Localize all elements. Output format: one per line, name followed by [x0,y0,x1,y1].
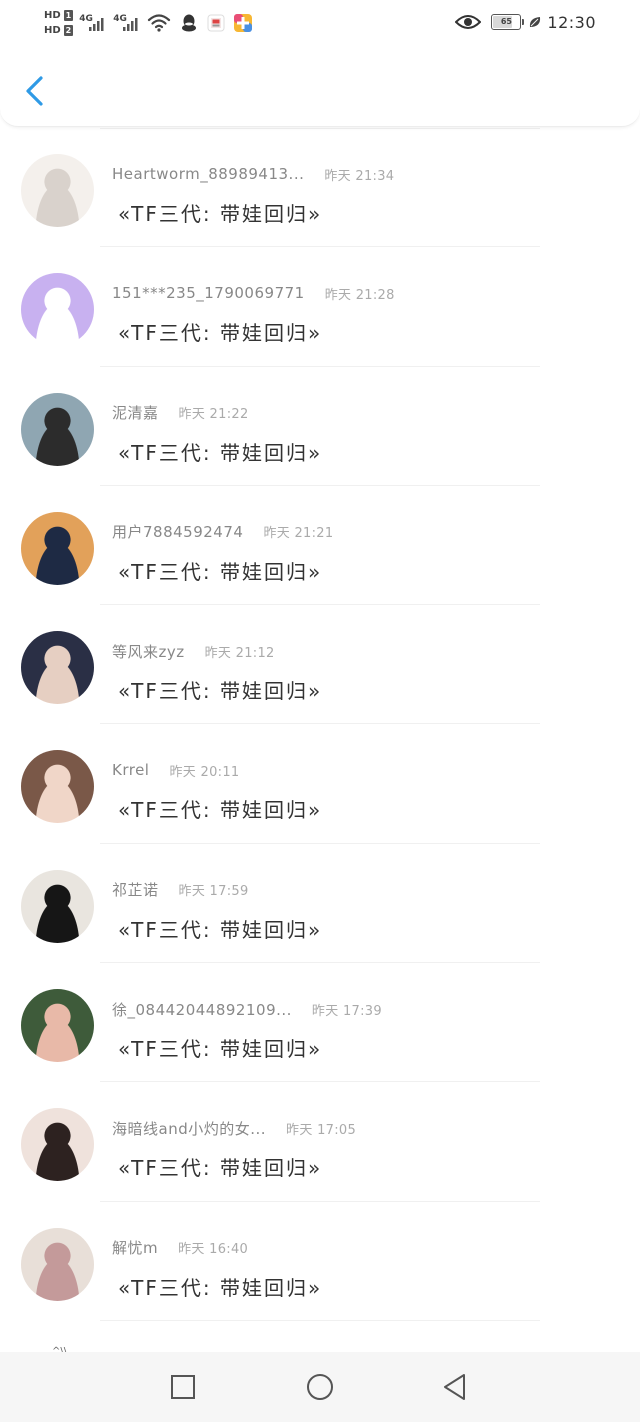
eye-icon [455,15,482,29]
navigation-bar [0,1352,640,1422]
message-row[interactable]: 151***235_1790069771 昨天 21:28 «TF三代: 带娃回归» [0,247,640,367]
avatar[interactable] [21,869,94,943]
message-meta: 徐_08442044892109... 昨天 17:39 [112,999,382,1019]
avatar[interactable] [21,989,94,1063]
message-meta: Krrel 昨天 20:11 [112,760,239,780]
message-text: «TF三代: 带娃回归» [118,1275,323,1300]
back-button[interactable] [20,74,52,108]
message-meta: Heartworm_88989413... 昨天 21:34 [112,164,394,184]
signal-bars-icon [123,18,138,31]
message-time: 昨天 21:21 [263,526,334,542]
sim1-indicator: HD 1 [44,9,74,22]
message-row[interactable]: 祁芷诺 昨天 17:59 «TF三代: 带娃回归» [0,844,640,964]
message-row[interactable]: 泥清嘉 昨天 21:22 «TF三代: 带娃回归» [0,367,640,486]
avatar[interactable] [21,273,94,347]
battery-level-text: 65 [500,17,512,26]
signal-2: 4G [113,10,141,36]
sim2-indicator: HD 2 [44,24,74,37]
message-time: 昨天 21:34 [324,168,395,184]
nav-back-button[interactable] [440,1372,470,1402]
message-text: «TF三代: 带娃回归» [118,798,323,823]
message-list: Heartworm_88989413... 昨天 21:34 «TF三代: 带娃回归… [0,128,640,1321]
avatar[interactable] [21,631,94,705]
avatar[interactable] [21,750,94,824]
avatar[interactable] [21,154,94,227]
circle-icon [307,1374,333,1400]
message-meta: 等风来zyz 昨天 21:12 [112,641,275,661]
status-bar-left: HD 1 HD 2 4G 4G [44,4,261,42]
message-meta: 海暗线and小灼的女... 昨天 17:05 [112,1118,356,1138]
avatar[interactable] [21,1227,94,1301]
message-row[interactable]: 徐_08442044892109... 昨天 17:39 «TF三代: 带娃回归» [0,963,640,1083]
sender-name[interactable]: 徐_08442044892109... [112,999,292,1020]
sim2-hd-label: HD [44,25,61,36]
home-button[interactable] [305,1372,335,1402]
recents-button[interactable] [168,1372,198,1402]
sim2-slot: 2 [63,25,74,36]
avatar[interactable] [21,392,94,466]
wifi-icon [147,13,171,33]
sim1-slot: 1 [63,10,74,21]
message-time: 昨天 21:28 [324,287,395,303]
message-row[interactable]: 解忧m 昨天 16:40 «TF三代: 带娃回归» [0,1202,640,1321]
message-text: «TF三代: 带娃回归» [118,917,323,942]
sender-name[interactable]: Krrel [112,761,149,779]
status-bar: HD 1 HD 2 4G 4G 65 12:30 [0,0,640,44]
colorful-app-icon [233,13,253,33]
signal-bars-icon [89,18,104,31]
sender-name[interactable]: 海暗线and小灼的女... [112,1118,266,1139]
message-time: 昨天 21:22 [178,407,249,423]
message-text: «TF三代: 带娃回归» [118,559,323,584]
sender-name[interactable]: 151***235_1790069771 [112,284,305,302]
clock: 12:30 [547,12,596,32]
sim-indicators: HD 1 HD 2 [44,9,74,37]
sender-name[interactable]: Heartworm_88989413... [112,165,304,183]
message-text: «TF三代: 带娃回归» [118,679,323,704]
sender-name[interactable]: 泥清嘉 [112,402,159,423]
top-area: HD 1 HD 2 4G 4G 65 12:30 [0,0,640,127]
message-time: 昨天 17:39 [311,1003,382,1019]
battery-icon: 65 [491,14,525,30]
avatar[interactable] [21,511,94,585]
message-row[interactable]: 海暗线and小灼的女... 昨天 17:05 «TF三代: 带娃回归» [0,1082,640,1202]
message-time: 昨天 21:12 [204,645,275,661]
sim1-hd-label: HD [44,10,61,21]
message-row[interactable]: Krrel 昨天 20:11 «TF三代: 带娃回归» [0,724,640,844]
status-bar-right: 65 12:30 [455,10,596,34]
message-time: 昨天 20:11 [169,764,240,780]
chevron-left-icon [26,76,43,106]
message-time: 昨天 17:59 [178,884,249,900]
message-time: 昨天 17:05 [286,1122,357,1138]
leaf-icon [530,17,541,27]
message-time: 昨天 16:40 [178,1242,249,1258]
notification-app-icon [207,14,225,32]
message-meta: 151***235_1790069771 昨天 21:28 [112,283,395,303]
message-meta: 泥清嘉 昨天 21:22 [112,403,249,423]
message-text: «TF三代: 带娃回归» [118,321,323,346]
message-row[interactable]: Heartworm_88989413... 昨天 21:34 «TF三代: 带娃回归… [0,128,640,248]
row-divider [100,128,540,129]
sender-name[interactable]: 用户7884592474 [112,521,243,542]
avatar[interactable] [21,1108,94,1182]
message-meta: 祁芷诺 昨天 17:59 [112,880,249,900]
message-row[interactable]: 等风来zyz 昨天 21:12 «TF三代: 带娃回归» [0,605,640,725]
square-icon [171,1375,195,1399]
sender-name[interactable]: 解忧m [112,1237,158,1258]
message-text: «TF三代: 带娃回归» [118,1156,323,1181]
message-text: «TF三代: 带娃回归» [118,1037,323,1062]
signal-1: 4G [79,10,107,36]
sender-name[interactable]: 等风来zyz [112,641,185,662]
message-text: «TF三代: 带娃回归» [118,202,323,226]
message-text: «TF三代: 带娃回归» [118,440,323,465]
message-row[interactable]: 用户7884592474 昨天 21:21 «TF三代: 带娃回归» [0,486,640,606]
row-divider [100,1319,540,1321]
message-meta: 解忧m 昨天 16:40 [112,1238,248,1258]
message-meta: 用户7884592474 昨天 21:21 [112,522,333,542]
qq-icon [179,13,199,33]
triangle-back-icon [444,1374,465,1400]
sender-name[interactable]: 祁芷诺 [112,879,159,900]
